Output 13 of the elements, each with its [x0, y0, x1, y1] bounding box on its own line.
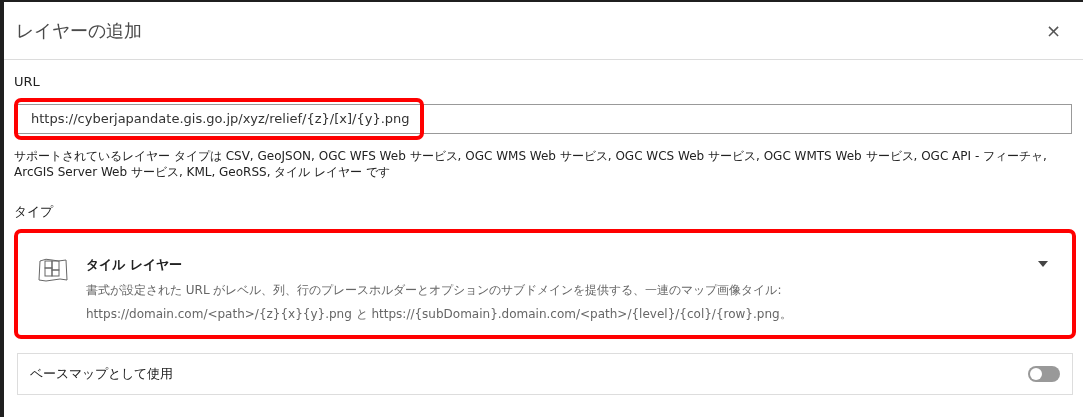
type-dropdown[interactable]: タイル レイヤー 書式が設定された URL がレベル、列、行のプレースホルダーとオプションのサブドメインを提供する、一連のマップ画像タイル: https://domain.com/<path>/{z}{x}{y}.png と https://{subDomain}.domain.com/<path>/{level}/{col}/{row}.png。	[14, 229, 1076, 339]
basemap-label: ベースマップとして使用	[30, 365, 173, 384]
type-description: 書式が設定された URL がレベル、列、行のプレースホルダーとオプションのサブドメインを提供する、一連のマップ画像タイル:	[86, 281, 783, 299]
caret-icon	[1038, 261, 1048, 267]
type-title: タイル レイヤー	[86, 256, 183, 274]
type-label: タイプ	[14, 202, 55, 221]
type-examples: https://domain.com/<path>/{z}{x}{y}.png と https://{subDomain}.domain.com/<path>/{level}/{col}/{row}.png。	[86, 305, 793, 323]
url-label: URL	[14, 73, 41, 91]
url-field[interactable]: https://cyberjapandate.gis.go.jp/xyz/relief/{z}/[x]/{y}.png	[16, 103, 1072, 134]
toggle-switch[interactable]	[1028, 366, 1060, 382]
dialog-title: レイヤーの追加	[16, 19, 142, 43]
supported-types-text: サポートされているレイヤー タイプは CSV, GeoJSON, OGC WFS Web サービス, OGC WMS Web サービス, OGC WCS Web サービス, OGC WMTS Web サービス, OGC API - フィーチャ, ArcGIS Server Web サービス, KML, GeoRSS, タイル レイヤー です	[14, 147, 1048, 180]
close-button[interactable]: ×	[1041, 17, 1065, 44]
